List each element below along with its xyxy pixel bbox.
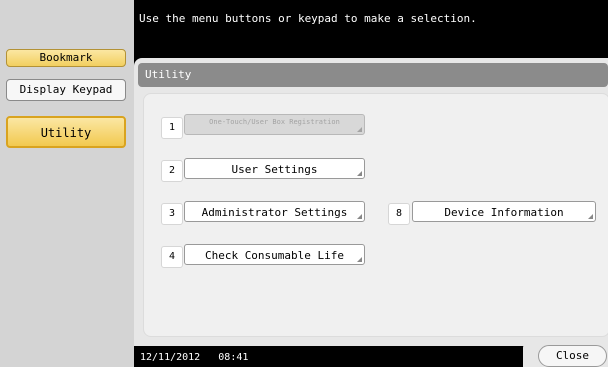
bookmark-button[interactable]: Bookmark [6,49,126,67]
utility-button[interactable]: Utility [6,116,126,148]
panel-title: Utility [138,63,608,87]
menu-number-1: 1 [161,117,183,139]
user-settings-button[interactable]: User Settings [184,158,365,179]
menu-number-2: 2 [161,160,183,182]
display-keypad-button[interactable]: Display Keypad [6,79,126,101]
device-information-button[interactable]: Device Information [412,201,596,222]
administrator-settings-button[interactable]: Administrator Settings [184,201,365,222]
datetime-display: 12/11/2012 08:41 [140,352,248,363]
close-button[interactable]: Close [538,345,607,367]
menu-number-4: 4 [161,246,183,268]
utility-panel: Utility 1 One-Touch/User Box Registratio… [134,58,608,346]
one-touch-user-box-registration-button[interactable]: One-Touch/User Box Registration [184,114,365,135]
menu-number-8: 8 [388,203,410,225]
time-text: 08:41 [218,352,249,363]
menu-area: 1 One-Touch/User Box Registration 2 User… [143,93,608,337]
instruction-message: Use the menu buttons or keypad to make a… [139,12,477,25]
check-consumable-life-button[interactable]: Check Consumable Life [184,244,365,265]
menu-number-3: 3 [161,203,183,225]
date-text: 12/11/2012 [140,352,201,363]
sidebar: Bookmark Display Keypad Utility [0,0,134,367]
